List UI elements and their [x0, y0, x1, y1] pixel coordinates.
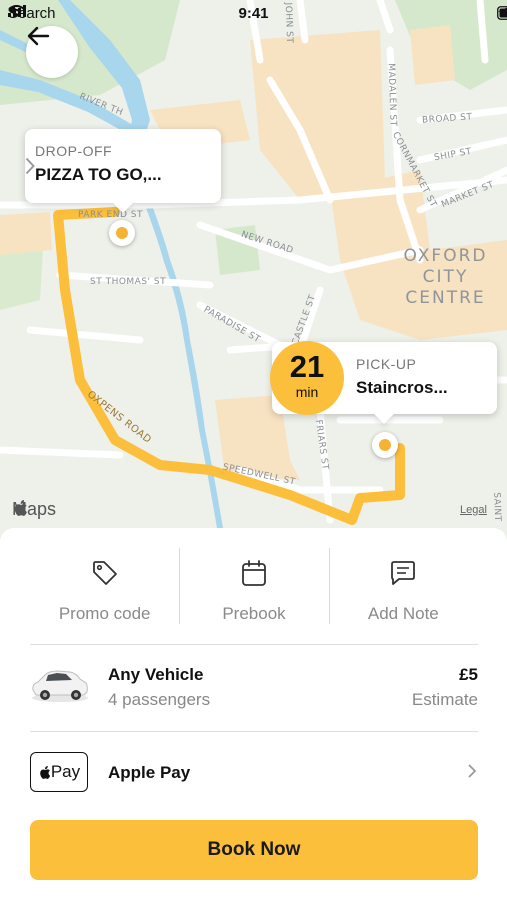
legal-link[interactable]: Legal: [460, 504, 487, 516]
booking-sheet: Promo code Prebook Add Note Any Vehicle …: [0, 528, 507, 900]
st-thomas-label: ST THOMAS' ST: [90, 277, 167, 287]
eta-unit: min: [295, 384, 319, 400]
madalen-label: MADALEN ST: [385, 63, 398, 127]
maps-logo: Maps: [12, 499, 56, 520]
vehicle-option[interactable]: Any Vehicle 4 passengers £5 Estimate: [30, 654, 478, 714]
back-button[interactable]: [26, 26, 78, 78]
battery-icon: [497, 6, 507, 20]
vehicle-passengers: 4 passengers: [108, 690, 211, 709]
arrow-left-icon: [27, 26, 50, 46]
eta-badge: 21 min: [270, 341, 344, 415]
vehicle-price: £5: [459, 665, 478, 684]
calendar-icon: [242, 560, 266, 586]
dropoff-callout[interactable]: DROP-OFF PIZZA TO GO,...: [25, 129, 221, 203]
apple-pay-badge: Pay: [30, 752, 88, 792]
apple-logo-icon: [40, 765, 50, 779]
book-now-button[interactable]: Book Now: [30, 820, 478, 880]
message-icon: [391, 561, 416, 585]
tag-icon: [92, 561, 117, 585]
dropoff-caption: DROP-OFF: [35, 143, 113, 159]
apple-logo-icon: [14, 500, 27, 516]
eta-value: 21: [289, 349, 325, 384]
saint-label: SAINT: [491, 492, 503, 522]
promo-code-button[interactable]: Promo code: [30, 548, 179, 624]
price-note: Estimate: [411, 690, 478, 709]
apple-pay-badge-text: Pay: [50, 762, 81, 781]
vehicle-name: Any Vehicle: [108, 665, 204, 684]
divider: [30, 731, 478, 732]
pickup-name: Staincros...: [356, 378, 448, 397]
prebook-button[interactable]: Prebook: [179, 548, 328, 624]
chevron-right-icon: [25, 157, 35, 175]
prebook-label: Prebook: [222, 604, 286, 623]
area-label: OXFORD CITY CENTRE: [384, 246, 507, 309]
dropoff-name: PIZZA TO GO,...: [35, 165, 162, 184]
pickup-caption: PICK-UP: [356, 356, 417, 372]
map-view[interactable]: RIVER TH PARK END ST NEW ROAD ST THOMAS'…: [0, 0, 507, 540]
car-icon: [32, 670, 88, 702]
add-note-label: Add Note: [367, 604, 439, 623]
action-bar: Promo code Prebook Add Note: [30, 548, 478, 624]
park-end-label: PARK END ST: [78, 210, 143, 220]
pickup-pin[interactable]: [372, 432, 398, 458]
area-label-line2: CENTRE: [405, 288, 486, 308]
payment-name: Apple Pay: [108, 763, 191, 782]
status-bar: Search 9:41: [0, 0, 507, 28]
status-time: 9:41: [238, 5, 269, 22]
promo-code-label: Promo code: [58, 604, 151, 623]
dropoff-pin[interactable]: [109, 220, 135, 246]
payment-method[interactable]: Pay Apple Pay: [30, 750, 478, 794]
divider: [30, 644, 478, 645]
chevron-right-icon: [468, 764, 476, 778]
area-label-line1: OXFORD CITY: [403, 246, 488, 287]
add-note-button[interactable]: Add Note: [328, 548, 478, 624]
